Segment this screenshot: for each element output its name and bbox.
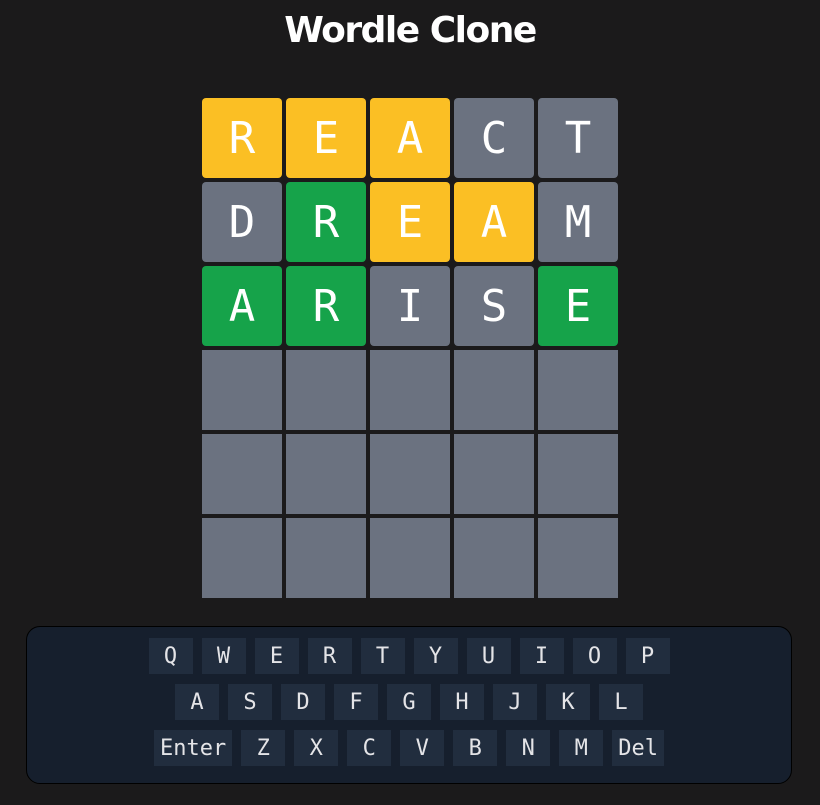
key-t[interactable]: T [360, 638, 405, 674]
board-tile-empty [286, 518, 366, 598]
delete-key[interactable]: Del [612, 730, 664, 766]
key-i[interactable]: I [519, 638, 564, 674]
keyboard-row: A S D F G H J K L [27, 684, 791, 720]
board-tile: E [286, 98, 366, 178]
board-tile-empty [286, 350, 366, 430]
board-tile: A [202, 266, 282, 346]
board-tile: R [286, 182, 366, 262]
board-tile-empty [286, 434, 366, 514]
board-tile: R [202, 98, 282, 178]
key-h[interactable]: H [440, 684, 484, 720]
key-u[interactable]: U [466, 638, 511, 674]
on-screen-keyboard: Q W E R T Y U I O P A S D F G H J K L En… [26, 626, 792, 784]
board-tile-empty [370, 350, 450, 430]
board-tile: T [538, 98, 618, 178]
key-o[interactable]: O [572, 638, 617, 674]
key-g[interactable]: G [387, 684, 431, 720]
keyboard-row: Enter Z X C V B N M Del [27, 730, 791, 766]
board-tile-empty [370, 434, 450, 514]
key-l[interactable]: L [599, 684, 643, 720]
game-board: R E A C T D R E A M A R I S E [202, 98, 618, 598]
board-tile-empty [454, 350, 534, 430]
board-tile: S [454, 266, 534, 346]
key-v[interactable]: V [400, 730, 445, 766]
board-tile: E [538, 266, 618, 346]
key-n[interactable]: N [506, 730, 551, 766]
board-tile: C [454, 98, 534, 178]
page-title: Wordle Clone [284, 10, 537, 51]
board-tile: A [370, 98, 450, 178]
key-c[interactable]: C [347, 730, 392, 766]
key-w[interactable]: W [201, 638, 246, 674]
key-y[interactable]: Y [413, 638, 458, 674]
board-tile: R [286, 266, 366, 346]
key-s[interactable]: S [228, 684, 272, 720]
board-tile: E [370, 182, 450, 262]
board-tile-empty [538, 518, 618, 598]
key-f[interactable]: F [334, 684, 378, 720]
key-p[interactable]: P [625, 638, 670, 674]
board-tile-empty [202, 518, 282, 598]
board-tile-empty [454, 518, 534, 598]
enter-key[interactable]: Enter [154, 730, 233, 766]
keyboard-row: Q W E R T Y U I O P [27, 638, 791, 674]
board-tile-empty [202, 350, 282, 430]
board-tile-empty [370, 518, 450, 598]
key-a[interactable]: A [175, 684, 219, 720]
board-tile: I [370, 266, 450, 346]
board-tile: M [538, 182, 618, 262]
key-d[interactable]: D [281, 684, 325, 720]
key-m[interactable]: M [559, 730, 604, 766]
key-j[interactable]: J [493, 684, 537, 720]
key-q[interactable]: Q [148, 638, 193, 674]
key-b[interactable]: B [453, 730, 498, 766]
key-e[interactable]: E [254, 638, 299, 674]
board-tile: A [454, 182, 534, 262]
board-tile-empty [202, 434, 282, 514]
board-tile-empty [538, 350, 618, 430]
key-k[interactable]: K [546, 684, 590, 720]
board-tile-empty [454, 434, 534, 514]
key-x[interactable]: X [294, 730, 339, 766]
board-tile-empty [538, 434, 618, 514]
key-r[interactable]: R [307, 638, 352, 674]
board-tile: D [202, 182, 282, 262]
key-z[interactable]: Z [241, 730, 286, 766]
